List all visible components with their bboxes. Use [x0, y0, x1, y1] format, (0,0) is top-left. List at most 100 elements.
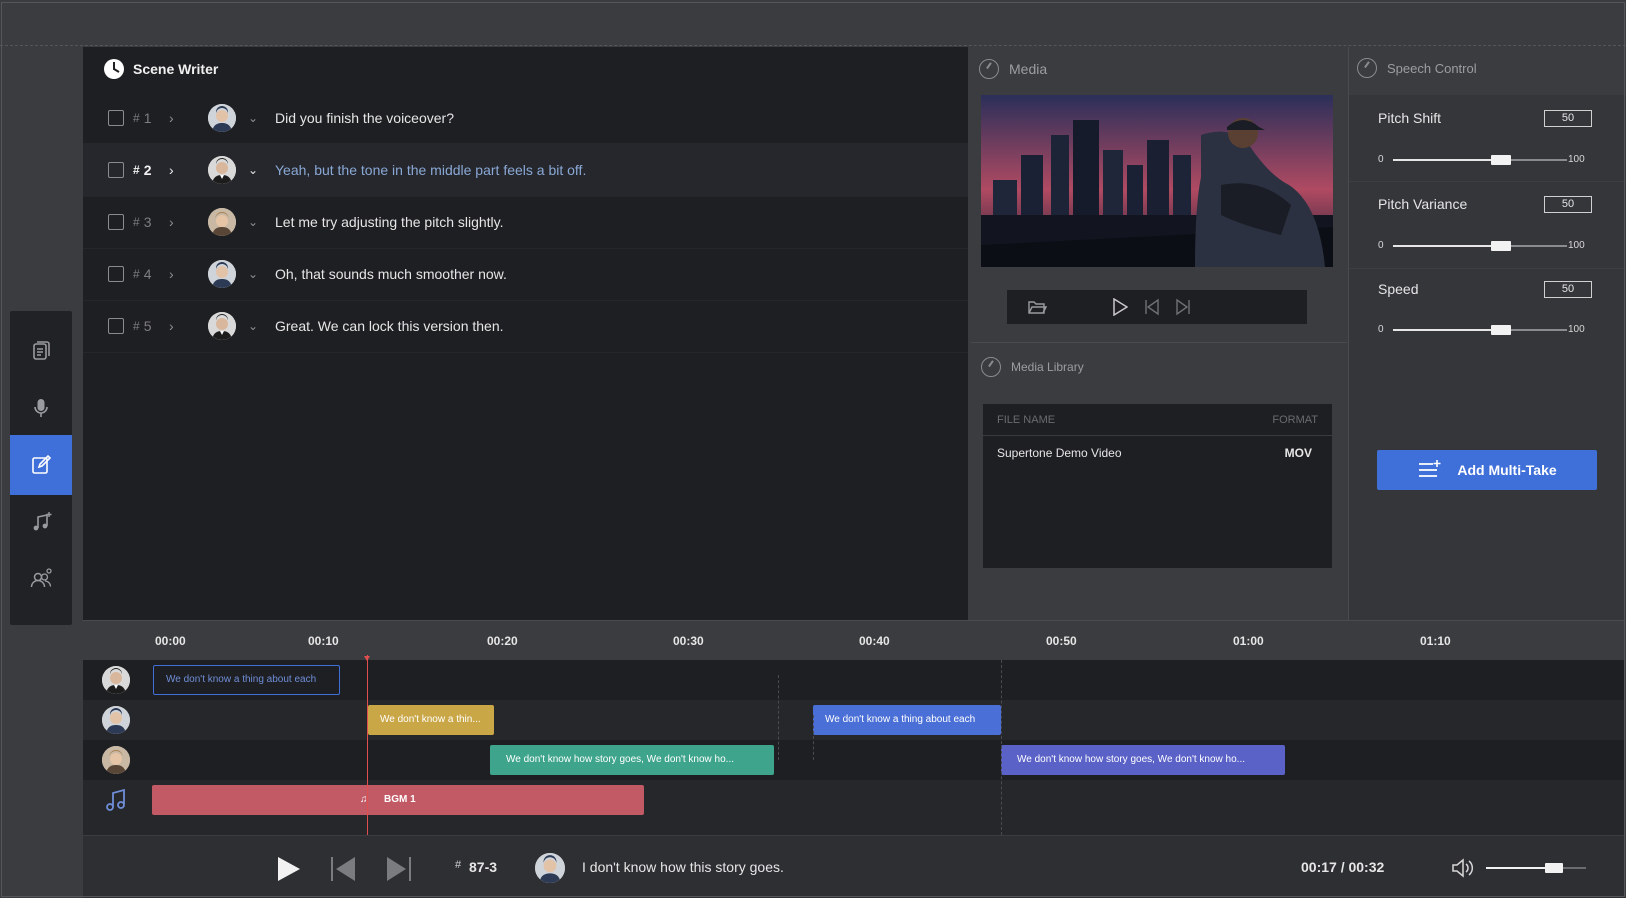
line-checkbox[interactable]	[108, 265, 124, 282]
divider	[778, 675, 779, 760]
avatar[interactable]	[208, 155, 236, 184]
line-checkbox[interactable]	[108, 317, 124, 334]
hash-label: #	[133, 162, 140, 177]
media-library-panel: Media Library FILE NAME FORMAT Supertone…	[971, 342, 1347, 620]
avatar[interactable]	[208, 103, 236, 132]
rail-item-music[interactable]	[10, 492, 72, 552]
column-file-name[interactable]: FILE NAME	[997, 414, 1055, 426]
rail-item-documents[interactable]	[10, 321, 72, 381]
slider-min-label: 0	[1378, 154, 1384, 165]
column-format[interactable]: FORMAT	[1272, 414, 1318, 426]
avatar[interactable]	[102, 666, 130, 694]
playhead-marker[interactable]	[364, 656, 370, 661]
avatar[interactable]	[208, 311, 236, 340]
timeline: 00:00 00:10 00:20 00:30 00:40 00:50 01:0…	[83, 620, 1625, 835]
param-value-input[interactable]: 50	[1544, 196, 1592, 213]
play-icon[interactable]	[275, 856, 301, 887]
rail-item-scene-writer[interactable]	[10, 435, 72, 495]
timeline-clip[interactable]: We don't know a thing about each	[153, 665, 340, 695]
timeline-clip[interactable]: We don't know how story goes, We don't k…	[490, 745, 774, 775]
avatar[interactable]	[535, 853, 565, 883]
skip-back-icon[interactable]	[330, 856, 356, 887]
speech-control-panel: Speech Control Pitch Shift 50 0 100 Pitc…	[1348, 47, 1626, 620]
expand-chevron-icon[interactable]: ›	[169, 266, 174, 282]
voice-dropdown-icon[interactable]: ⌄	[248, 267, 258, 281]
line-number: #2	[133, 162, 151, 178]
avatar[interactable]	[208, 259, 236, 288]
documents-icon	[33, 341, 50, 360]
slider-thumb[interactable]	[1490, 325, 1511, 335]
scene-line[interactable]: #5 › ⌄ Great. We can lock this version t…	[83, 299, 968, 353]
timeline-clip[interactable]: We don't know a thing about each	[813, 705, 1001, 735]
voice-dropdown-icon[interactable]: ⌄	[248, 163, 258, 177]
tick-label: 00:40	[859, 634, 890, 648]
pitch-variance-slider[interactable]	[1393, 241, 1567, 251]
volume-thumb[interactable]	[1545, 863, 1563, 873]
expand-chevron-icon[interactable]: ›	[169, 162, 174, 178]
table-row[interactable]: Supertone Demo Video MOV	[983, 436, 1332, 470]
playhead[interactable]	[367, 655, 368, 835]
volume-slider[interactable]	[1486, 863, 1586, 873]
skip-back-icon[interactable]	[1144, 298, 1160, 321]
divider	[1001, 660, 1002, 835]
line-text[interactable]: Great. We can lock this version then.	[275, 318, 504, 334]
rail-item-record[interactable]	[10, 378, 72, 438]
add-multi-take-button[interactable]: Add Multi-Take	[1377, 450, 1597, 490]
avatar[interactable]	[102, 706, 130, 734]
skip-forward-icon[interactable]	[386, 856, 412, 887]
tick-label: 00:00	[155, 634, 186, 648]
volume-icon[interactable]	[1451, 857, 1475, 884]
video-preview[interactable]	[981, 95, 1333, 267]
timeline-ruler[interactable]: 00:00 00:10 00:20 00:30 00:40 00:50 01:0…	[83, 620, 1625, 660]
divider	[813, 715, 814, 760]
line-checkbox[interactable]	[108, 109, 124, 126]
tick-label: 01:00	[1233, 634, 1264, 648]
divider	[1349, 268, 1626, 269]
param-value-input[interactable]: 50	[1544, 281, 1592, 298]
volume-fill	[1486, 867, 1554, 869]
line-checkbox[interactable]	[108, 161, 124, 178]
pitch-shift-slider[interactable]	[1393, 155, 1567, 165]
hash-label: #	[133, 318, 140, 333]
slider-thumb[interactable]	[1490, 241, 1511, 251]
line-num-value: 5	[143, 317, 152, 334]
app-window: Scene Writer #1 › ⌄ Did you finish the v…	[0, 0, 1626, 898]
timeline-clip[interactable]: We don't know how story goes, We don't k…	[1001, 745, 1285, 775]
table-header: FILE NAME FORMAT	[983, 404, 1332, 436]
line-text[interactable]: Did you finish the voiceover?	[275, 110, 454, 126]
scene-line[interactable]: #3 › ⌄ Let me try adjusting the pitch sl…	[83, 195, 968, 249]
speech-control-body: Pitch Shift 50 0 100 Pitch Variance 50 0…	[1349, 95, 1626, 620]
rail-item-characters[interactable]	[10, 549, 72, 609]
line-text[interactable]: Let me try adjusting the pitch slightly.	[275, 214, 504, 230]
voice-dropdown-icon[interactable]: ⌄	[248, 319, 258, 333]
line-text[interactable]: Oh, that sounds much smoother now.	[275, 266, 507, 282]
voice-dropdown-icon[interactable]: ⌄	[248, 111, 258, 125]
expand-chevron-icon[interactable]: ›	[169, 110, 174, 126]
line-checkbox[interactable]	[108, 213, 124, 230]
timeline-clip[interactable]: We don't know a thin...	[368, 705, 494, 735]
avatar[interactable]	[208, 207, 236, 236]
speech-control-title-row: Speech Control	[1357, 58, 1477, 78]
scene-line[interactable]: #1 › ⌄ Did you finish the voiceover?	[83, 91, 968, 145]
param-value-input[interactable]: 50	[1544, 110, 1592, 127]
expand-chevron-icon[interactable]: ›	[169, 318, 174, 334]
slider-thumb[interactable]	[1490, 155, 1511, 165]
bgm-clip[interactable]: ♫ BGM 1	[152, 785, 644, 815]
avatar[interactable]	[102, 746, 130, 774]
play-icon[interactable]	[1112, 297, 1129, 321]
media-panel: Media	[971, 47, 1347, 342]
scene-line[interactable]: #4 › ⌄ Oh, that sounds much smoother now…	[83, 247, 968, 301]
voice-dropdown-icon[interactable]: ⌄	[248, 215, 258, 229]
scene-line-selected[interactable]: #2 › ⌄ Yeah, but the tone in the middle …	[83, 143, 968, 197]
speed-slider[interactable]	[1393, 325, 1567, 335]
line-number: #3	[133, 214, 151, 230]
folder-open-icon[interactable]	[1027, 298, 1048, 321]
tick-label: 01:10	[1420, 634, 1451, 648]
speech-control-icon	[1357, 58, 1377, 78]
expand-chevron-icon[interactable]: ›	[169, 214, 174, 230]
scene-writer-icon	[104, 59, 124, 79]
hash-label: #	[133, 266, 140, 281]
line-text[interactable]: Yeah, but the tone in the middle part fe…	[275, 162, 586, 178]
media-panel-icon	[979, 59, 999, 79]
skip-forward-icon[interactable]	[1175, 298, 1191, 321]
